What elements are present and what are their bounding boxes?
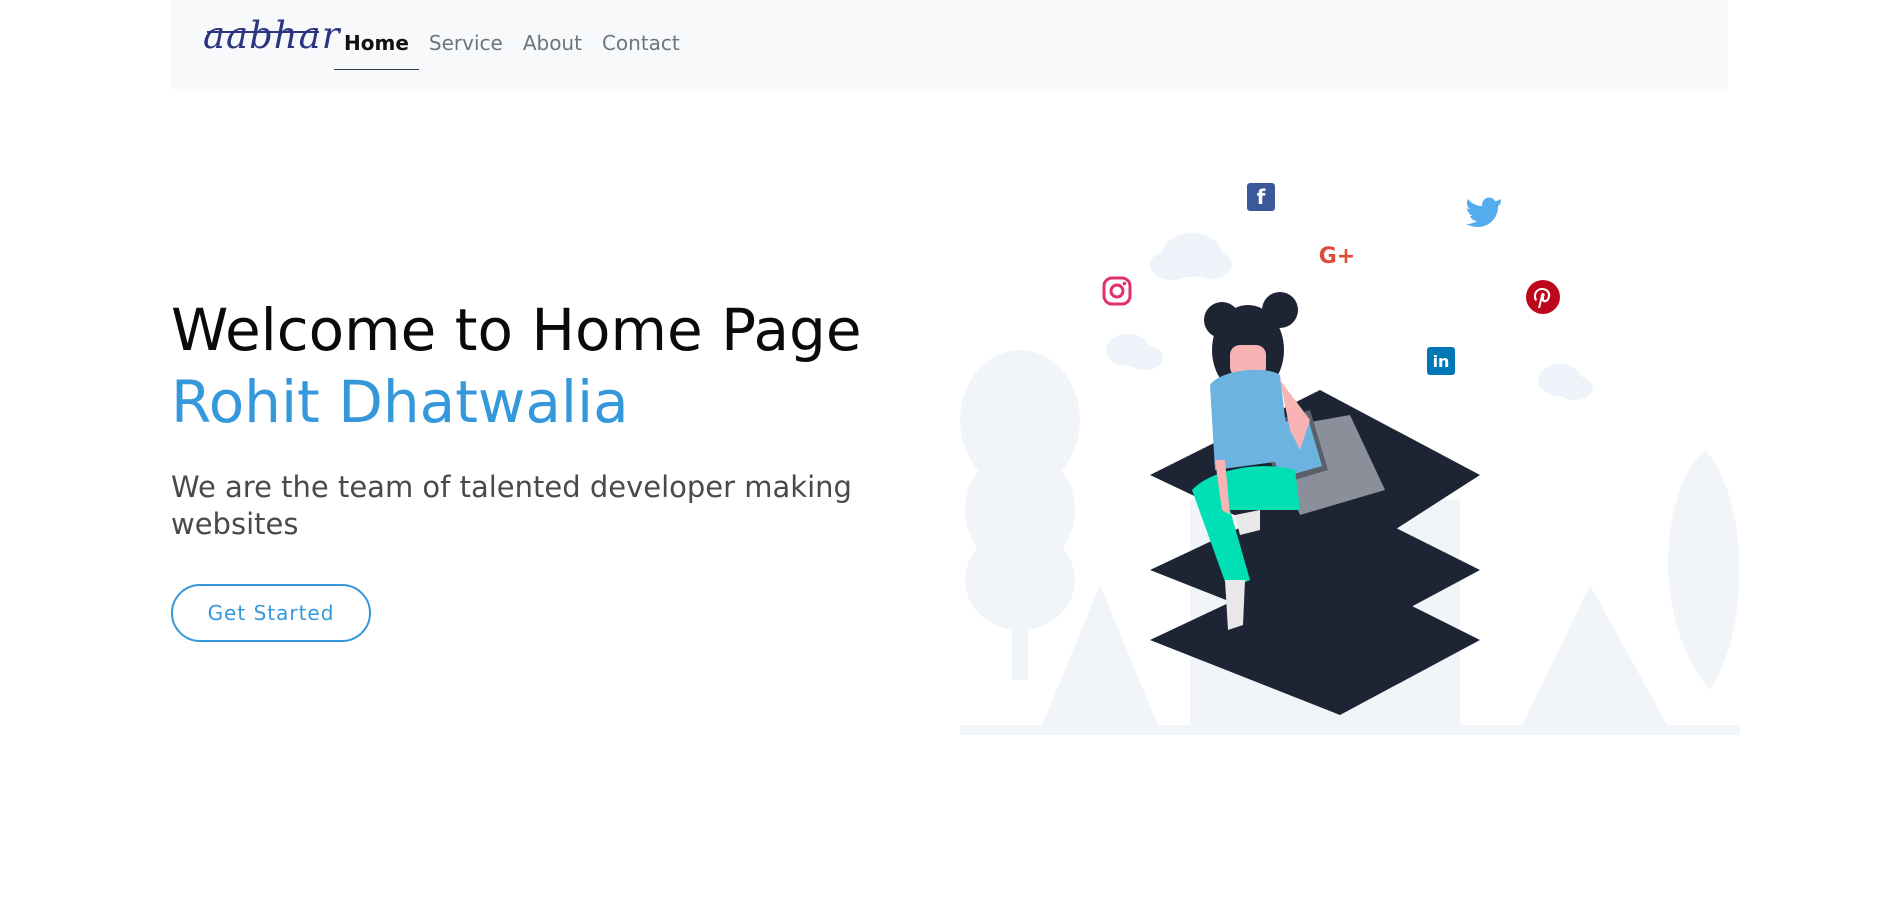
hero-subtitle: We are the team of talented developer ma… <box>171 470 852 541</box>
facebook-glyph: f <box>1256 185 1266 209</box>
logo-underline <box>207 31 319 33</box>
google-plus-icon[interactable]: G+ <box>1315 242 1359 270</box>
nav-item-home[interactable]: Home <box>334 31 419 70</box>
get-started-button[interactable]: Get Started <box>171 584 371 642</box>
instagram-icon[interactable] <box>1102 276 1132 306</box>
hero-title: Welcome to Home Page <box>171 296 862 364</box>
hero-illustration: f G+ in <box>960 170 1740 770</box>
linkedin-glyph: in <box>1432 351 1450 371</box>
navbar: aabhar Home Service About Contact <box>171 0 1728 89</box>
hero-name: Rohit Dhatwalia <box>171 368 629 436</box>
google-plus-glyph: G+ <box>1318 243 1356 269</box>
nav-links: Home Service About Contact <box>334 31 690 70</box>
nav-item-about[interactable]: About <box>513 31 592 70</box>
pinterest-icon[interactable] <box>1526 280 1560 314</box>
brand-logo[interactable]: aabhar <box>203 14 340 57</box>
facebook-icon[interactable]: f <box>1247 183 1275 211</box>
nav-item-service[interactable]: Service <box>419 31 513 70</box>
hero-heading: Welcome to Home Page Rohit Dhatwalia <box>171 294 862 438</box>
twitter-icon[interactable] <box>1465 195 1503 227</box>
linkedin-icon[interactable]: in <box>1427 347 1455 375</box>
nav-item-contact[interactable]: Contact <box>592 31 690 70</box>
